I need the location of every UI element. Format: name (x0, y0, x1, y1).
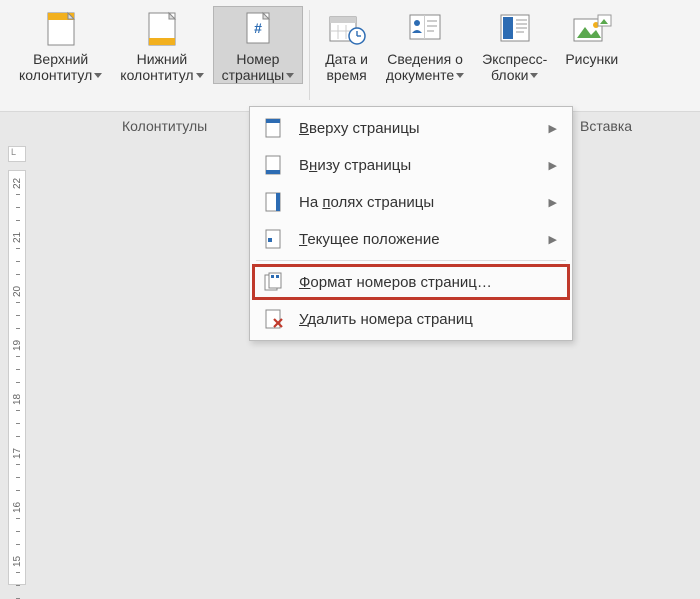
chevron-down-icon (286, 73, 294, 78)
menu-item-page-format[interactable]: Формат номеров страниц… (252, 264, 570, 300)
ruler-subtick (16, 518, 20, 519)
page-bottom-icon (263, 154, 285, 176)
page-current-icon (263, 228, 285, 250)
ruler-subtick (16, 194, 20, 195)
ruler-subtick (16, 544, 20, 545)
header-bottom-button[interactable]: Нижний колонтитул (111, 6, 212, 84)
header-top-button[interactable]: Верхний колонтитул (10, 6, 111, 84)
chevron-down-icon (94, 73, 102, 78)
ruler-subtick (16, 248, 20, 249)
date-time-icon (327, 9, 367, 49)
date-time-button[interactable]: Дата и время (316, 6, 377, 84)
header-bottom-icon (142, 9, 182, 49)
ruler-tick: 15 (12, 556, 23, 567)
ruler-subtick (16, 382, 20, 383)
ruler-subtick (16, 261, 20, 262)
label: Верхний (33, 51, 88, 67)
pictures-icon (572, 9, 612, 49)
menu-item-page-top[interactable]: Вверху страницы▶ (253, 110, 569, 146)
ruler-tick: 21 (12, 232, 23, 243)
menu-item-page-current[interactable]: Текущее положение▶ (253, 221, 569, 257)
ruler-subtick (16, 477, 20, 478)
ruler-subtick (16, 302, 20, 303)
ruler-subtick (16, 423, 20, 424)
ribbon: Верхний колонтитул Нижний колонтитул (0, 0, 700, 112)
ruler-tick: 17 (12, 448, 23, 459)
submenu-arrow-icon: ▶ (549, 122, 557, 135)
group-label-insert: Вставка (580, 118, 632, 134)
menu-item-label: Формат номеров страниц… (299, 274, 557, 291)
menu-item-page-margins[interactable]: На полях страницы▶ (253, 184, 569, 220)
group-label-headers: Колонтитулы (122, 118, 207, 134)
ruler-subtick (16, 220, 20, 221)
quick-parts-icon (495, 9, 535, 49)
ruler-subtick (16, 369, 20, 370)
page-margins-icon (263, 191, 285, 213)
ruler-tick: 19 (12, 340, 23, 351)
ruler-tick: 16 (12, 502, 23, 513)
ruler-subtick (16, 207, 20, 208)
ruler-subtick (16, 356, 20, 357)
ruler-subtick (16, 274, 20, 275)
doc-info-icon (405, 9, 445, 49)
page-delete-icon (263, 308, 285, 330)
page-number-menu: Вверху страницы▶Внизу страницы▶На полях … (249, 106, 573, 341)
submenu-arrow-icon: ▶ (549, 233, 557, 246)
ruler-subtick (16, 531, 20, 532)
pictures-button[interactable]: Рисунки (556, 6, 627, 84)
menu-item-label: Внизу страницы (299, 157, 549, 174)
page-number-button[interactable]: # Номер страницы (213, 6, 304, 84)
ruler-subtick (16, 464, 20, 465)
ruler-subtick (16, 410, 20, 411)
ruler-tick: 18 (12, 394, 23, 405)
group-insert: Дата и время (316, 6, 627, 111)
ruler-subtick (16, 585, 20, 586)
ruler-subtick (16, 490, 20, 491)
chevron-down-icon (530, 73, 538, 78)
ruler-subtick (16, 328, 20, 329)
doc-info-button[interactable]: Сведения о документе (377, 6, 473, 84)
menu-item-page-bottom[interactable]: Внизу страницы▶ (253, 147, 569, 183)
quick-parts-button[interactable]: Экспресс- блоки (473, 6, 556, 84)
chevron-down-icon (456, 73, 464, 78)
chevron-down-icon (196, 73, 204, 78)
submenu-arrow-icon: ▶ (549, 196, 557, 209)
menu-item-label: Текущее положение (299, 231, 549, 248)
submenu-arrow-icon: ▶ (549, 159, 557, 172)
group-headers: Верхний колонтитул Нижний колонтитул (10, 6, 303, 111)
page-number-icon: # (238, 9, 278, 49)
svg-text:#: # (254, 20, 262, 36)
ruler-tick: 20 (12, 286, 23, 297)
menu-item-label: Удалить номера страниц (299, 311, 557, 328)
page-format-icon (263, 271, 285, 293)
header-top-icon (41, 9, 81, 49)
ruler-tick: 22 (12, 178, 23, 189)
menu-separator (256, 260, 566, 261)
menu-item-label: На полях страницы (299, 194, 549, 211)
group-separator (309, 10, 310, 100)
ruler-subtick (16, 572, 20, 573)
vertical-ruler[interactable]: 22 21 20 19 18 17 16 15 (8, 170, 26, 585)
page-top-icon (263, 117, 285, 139)
menu-item-page-delete[interactable]: Удалить номера страниц (253, 301, 569, 337)
menu-item-label: Вверху страницы (299, 120, 549, 137)
ruler-subtick (16, 436, 20, 437)
ruler-corner: L (8, 146, 26, 162)
ruler-subtick (16, 315, 20, 316)
